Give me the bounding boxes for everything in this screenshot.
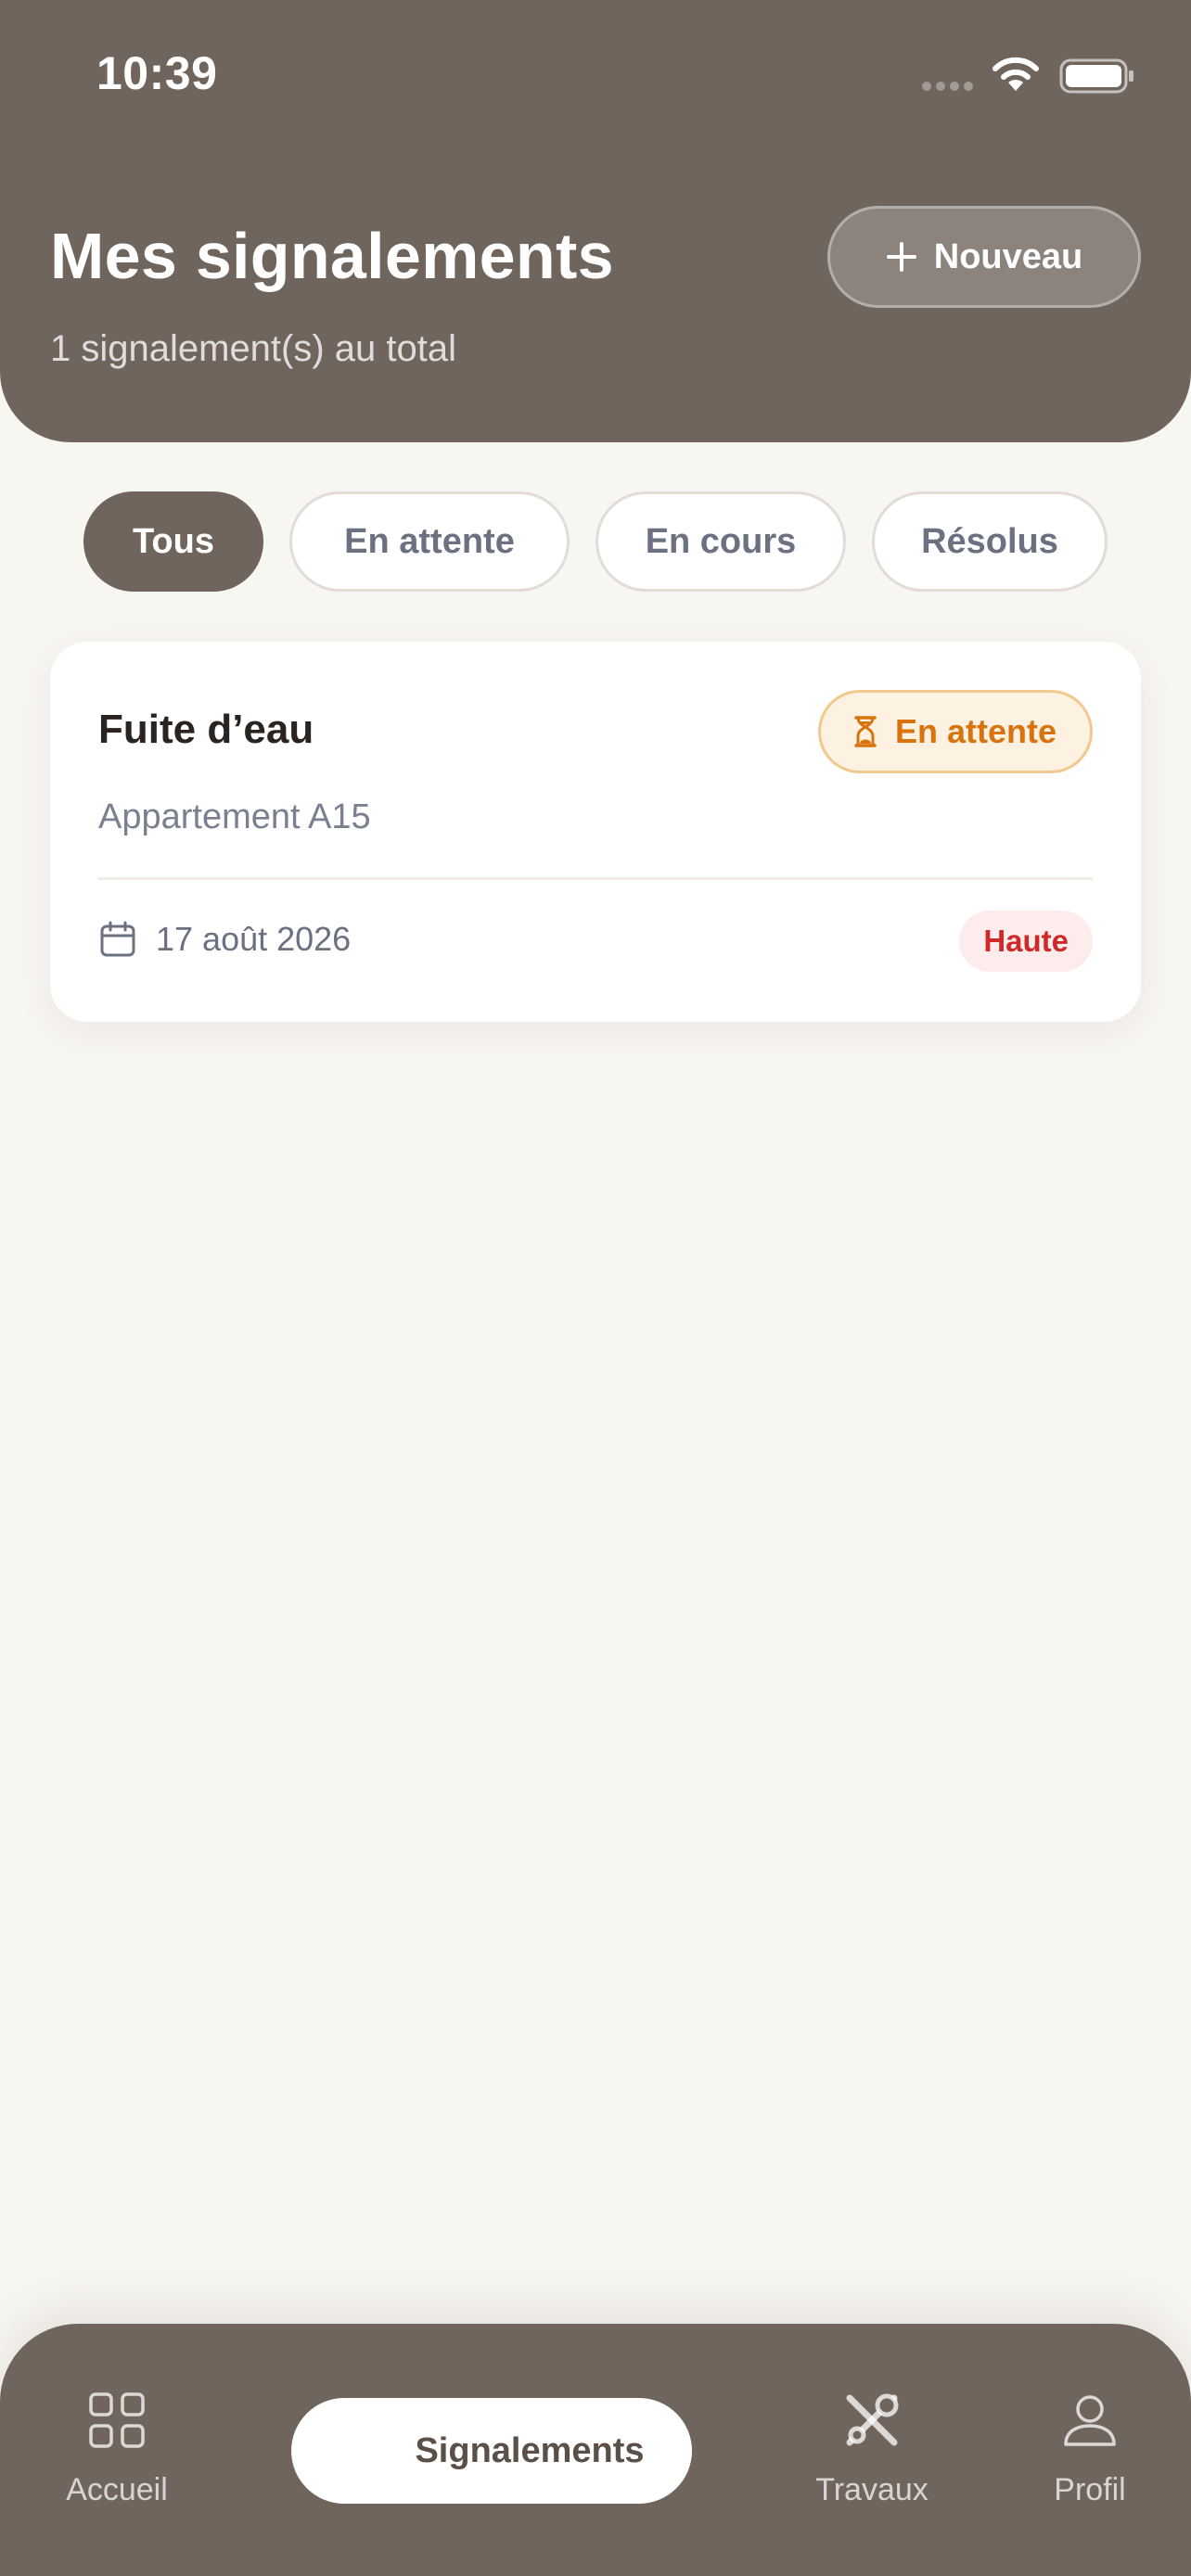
nav-signalements[interactable]: Signalements xyxy=(291,2398,692,2504)
filter-all[interactable]: Tous xyxy=(83,491,263,592)
report-card[interactable]: Fuite d’eau En attente Appartement A15 1… xyxy=(50,642,1141,1022)
battery-icon xyxy=(1059,58,1133,94)
status-badge: En attente xyxy=(817,690,1093,773)
report-date: 17 août 2026 xyxy=(156,920,352,958)
new-report-button[interactable]: Nouveau xyxy=(827,206,1141,308)
status-time: 10:39 xyxy=(96,47,218,99)
calendar-icon xyxy=(100,921,135,957)
filter-tabs: Tous En attente En cours Résolus xyxy=(83,491,1108,592)
nav-profil-label: Profil xyxy=(1054,2472,1126,2507)
user-icon xyxy=(1064,2395,1116,2446)
report-location: Appartement A15 xyxy=(98,797,371,836)
wifi-icon xyxy=(992,57,1039,91)
plus-icon xyxy=(886,242,916,272)
nav-profil[interactable]: Profil xyxy=(1031,2389,1148,2508)
card-divider xyxy=(98,877,1093,880)
page-subtitle: 1 signalement(s) au total xyxy=(50,328,457,369)
report-title: Fuite d’eau xyxy=(98,707,314,752)
status-label: En attente xyxy=(894,712,1057,750)
nav-accueil-label: Accueil xyxy=(66,2472,168,2507)
cellular-signal-icon xyxy=(922,82,973,91)
filter-in-progress[interactable]: En cours xyxy=(596,491,846,592)
header: 10:39 Mes signalements 1 signalement(s) … xyxy=(0,0,1191,442)
nav-signalements-label: Signalements xyxy=(415,2430,645,2470)
priority-badge: Haute xyxy=(959,911,1093,972)
tools-icon xyxy=(846,2393,899,2446)
nav-travaux-label: Travaux xyxy=(815,2472,928,2507)
hourglass-icon xyxy=(854,716,877,747)
filter-pending[interactable]: En attente xyxy=(289,491,570,592)
nav-travaux[interactable]: Travaux xyxy=(807,2389,937,2508)
filter-resolved[interactable]: Résolus xyxy=(872,491,1108,592)
nav-accueil[interactable]: Accueil xyxy=(52,2389,182,2508)
grid-icon xyxy=(89,2392,145,2448)
page-title: Mes signalements xyxy=(50,220,614,292)
bottom-nav: Accueil Signalements Travaux Profil xyxy=(0,2324,1191,2576)
new-report-label: Nouveau xyxy=(933,236,1083,276)
